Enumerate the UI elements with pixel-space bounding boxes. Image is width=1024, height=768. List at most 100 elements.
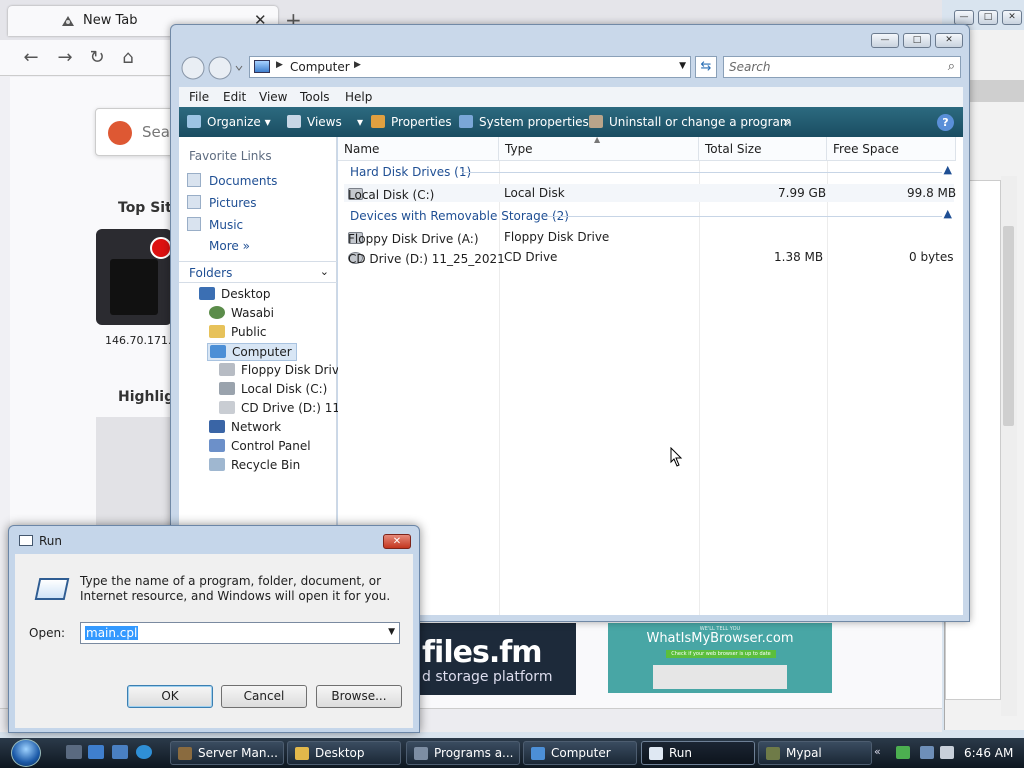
browse-button[interactable]: Browse...: [316, 685, 402, 708]
breadcrumb-computer[interactable]: Computer: [290, 60, 350, 74]
tree-item-public[interactable]: Public: [209, 325, 267, 339]
show-desktop-icon[interactable]: [66, 745, 82, 759]
more-commands-button[interactable]: »: [783, 115, 790, 129]
favorite-link-pictures[interactable]: Pictures: [187, 195, 257, 210]
refresh-icon[interactable]: ⇆: [695, 56, 717, 78]
back-forward-icon[interactable]: [181, 55, 243, 81]
address-dropdown-icon[interactable]: ▼: [679, 61, 686, 71]
minimize-icon[interactable]: —: [954, 10, 974, 25]
tree-item-wasabi[interactable]: Wasabi: [209, 306, 274, 320]
group-header-hard-disks[interactable]: Hard Disk Drives (1) ▲: [338, 163, 956, 181]
tree-item-cd-drive[interactable]: CD Drive (D:) 11_2: [219, 401, 354, 415]
whatismybrowser-ad[interactable]: WE'LL TELL YOU WhatIsMyBrowser.com Check…: [608, 623, 832, 693]
collapse-icon[interactable]: ▲: [944, 163, 952, 176]
ok-button[interactable]: OK: [127, 685, 213, 708]
run-close-icon[interactable]: ✕: [383, 534, 411, 549]
open-input-value[interactable]: main.cpl: [85, 626, 139, 640]
tray-expand-icon[interactable]: «: [874, 745, 881, 758]
top-site-tile[interactable]: [96, 229, 172, 325]
views-button[interactable]: Views ▾: [287, 115, 363, 129]
scrollbar-thumb[interactable]: [1003, 226, 1014, 426]
menu-help[interactable]: Help: [345, 90, 372, 104]
explorer-minimize-icon[interactable]: —: [871, 33, 899, 48]
volume-muted-icon[interactable]: [940, 746, 954, 759]
maximize-icon[interactable]: □: [978, 10, 998, 25]
menu-tools[interactable]: Tools: [300, 90, 330, 104]
organize-button[interactable]: Organize ▾: [187, 115, 271, 129]
open-combobox[interactable]: main.cpl ▼: [80, 622, 400, 644]
highlight-card[interactable]: [96, 417, 172, 525]
double-chevron-icon: »: [242, 239, 250, 253]
tree-item-computer[interactable]: Computer: [207, 343, 297, 361]
uninstall-icon: [589, 115, 603, 128]
help-icon[interactable]: ?: [937, 114, 954, 131]
network-icon: [209, 420, 225, 433]
properties-button[interactable]: Properties: [371, 115, 452, 129]
search-icon[interactable]: ⌕: [948, 59, 955, 74]
filesfm-ad[interactable]: files.fm d storage platform: [420, 623, 576, 695]
table-row[interactable]: Floppy Disk Drive (A:) Floppy Disk Drive: [344, 228, 954, 246]
wimb-check-button[interactable]: Check if your web browser is up to date: [666, 650, 776, 658]
favorite-links-more[interactable]: More »: [209, 239, 250, 253]
favorite-link-music[interactable]: Music: [187, 217, 243, 232]
switch-windows-icon[interactable]: [88, 745, 104, 759]
system-properties-label: System properties: [479, 115, 589, 129]
combobox-dropdown-icon[interactable]: ▼: [388, 627, 395, 637]
tree-item-floppy[interactable]: Floppy Disk Drive: [219, 363, 346, 377]
explorer-close-icon[interactable]: ✕: [935, 33, 963, 48]
tree-label: Network: [231, 420, 282, 434]
taskbar-button[interactable]: Server Man...: [170, 741, 284, 765]
cancel-button[interactable]: Cancel: [221, 685, 307, 708]
tree-item-local-disk[interactable]: Local Disk (C:): [219, 382, 327, 396]
group-header-removable[interactable]: Devices with Removable Storage (2) ▲: [338, 207, 956, 225]
tree-item-recycle-bin[interactable]: Recycle Bin: [209, 458, 300, 472]
breadcrumb-arrow-icon[interactable]: ▶: [354, 60, 361, 70]
security-icon[interactable]: [896, 746, 910, 759]
column-header-free-space[interactable]: Free Space: [827, 137, 956, 161]
tree-label: Desktop: [221, 287, 271, 301]
table-row[interactable]: Local Disk (C:) Local Disk 7.99 GB 99.8 …: [344, 184, 956, 202]
taskbar-app-icon: [531, 747, 545, 760]
column-header-total-size[interactable]: Total Size: [699, 137, 827, 161]
tree-item-desktop[interactable]: Desktop: [199, 287, 271, 301]
forward-icon[interactable]: →: [52, 46, 78, 70]
explorer-maximize-icon[interactable]: □: [903, 33, 931, 48]
reload-icon[interactable]: ↻: [84, 46, 110, 70]
menu-edit[interactable]: Edit: [223, 90, 246, 104]
menu-file[interactable]: File: [189, 90, 209, 104]
taskbar-button[interactable]: Programs a...: [406, 741, 520, 765]
table-row[interactable]: CD Drive (D:) 11_25_2021 CD Drive 1.38 M…: [344, 248, 954, 266]
system-properties-icon: [459, 115, 473, 128]
favorite-link-documents[interactable]: Documents: [187, 173, 277, 188]
taskbar-button[interactable]: Run: [641, 741, 755, 765]
menu-view[interactable]: View: [259, 90, 287, 104]
home-icon[interactable]: ⌂: [115, 46, 141, 70]
column-header-name[interactable]: Name: [338, 137, 499, 161]
back-icon[interactable]: ←: [18, 46, 44, 70]
network-icon[interactable]: [920, 746, 934, 759]
collapse-icon[interactable]: ▲: [944, 207, 952, 220]
wimb-name: WhatIsMyBrowser.com: [646, 631, 794, 646]
organize-icon: [187, 115, 201, 128]
address-bar[interactable]: ▶ Computer ▶ ▼: [249, 56, 691, 78]
breadcrumb-arrow-icon[interactable]: ▶: [276, 60, 283, 70]
internet-explorer-icon[interactable]: [136, 745, 152, 759]
background-scrollbar[interactable]: [1001, 176, 1017, 716]
taskbar-button[interactable]: Desktop: [287, 741, 401, 765]
folders-header[interactable]: Folders ⌄: [179, 261, 337, 283]
taskbar-button-label: Desktop: [315, 746, 365, 760]
uninstall-program-button[interactable]: Uninstall or change a program: [589, 115, 792, 129]
close-icon[interactable]: ✕: [1002, 10, 1022, 25]
start-button[interactable]: [8, 737, 48, 768]
search-input[interactable]: Search ⌕: [723, 56, 961, 78]
taskbar-button[interactable]: Computer: [523, 741, 637, 765]
clock[interactable]: 6:46 AM: [964, 746, 1013, 760]
chevron-down-icon[interactable]: ⌄: [320, 265, 329, 278]
quick-launch-icon[interactable]: [112, 745, 128, 759]
system-properties-button[interactable]: System properties: [459, 115, 589, 129]
views-icon: [287, 115, 301, 128]
hard-disk-icon: [219, 382, 235, 395]
tree-item-network[interactable]: Network: [209, 420, 281, 434]
taskbar-button[interactable]: Mypal: [758, 741, 872, 765]
tree-item-control-panel[interactable]: Control Panel: [209, 439, 311, 453]
